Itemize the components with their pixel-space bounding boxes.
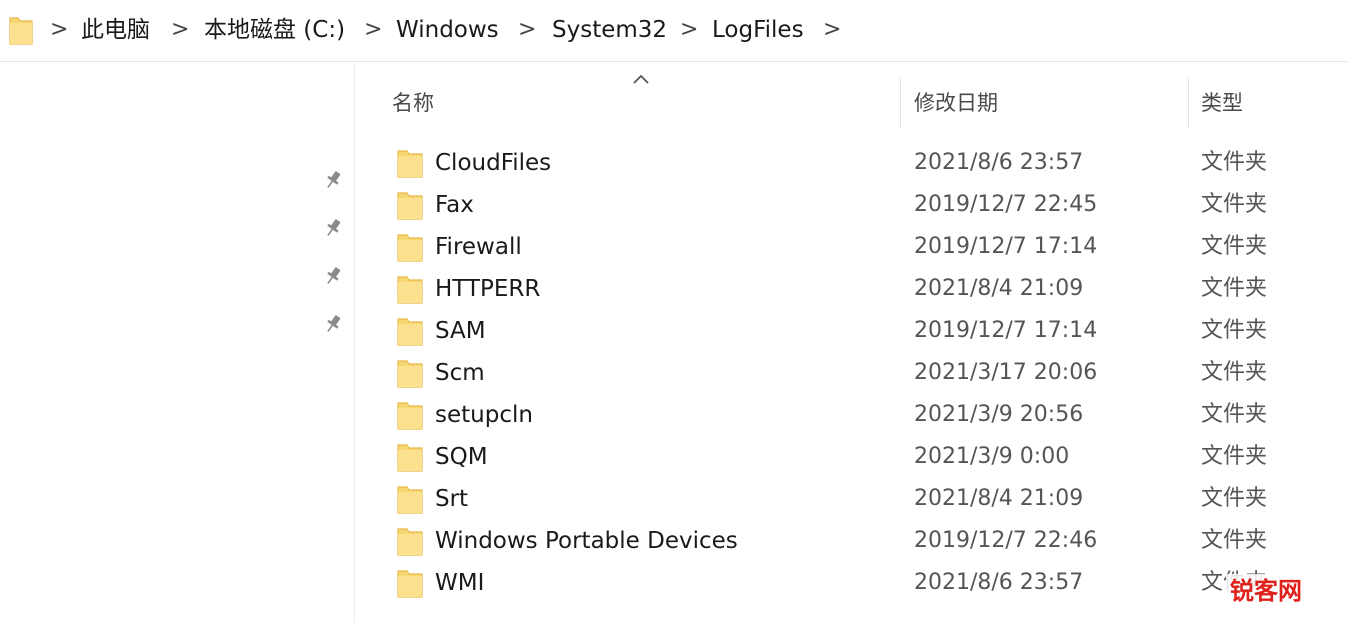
file-row[interactable]: Windows Portable Devices 2019/12/7 22:46 文… [384, 520, 1348, 562]
file-date-modified: 2021/3/9 0:00 [914, 444, 1070, 469]
file-row[interactable]: HTTPERR 2021/8/4 21:09 文件夹 [384, 268, 1348, 310]
file-type: 文件夹 [1201, 276, 1268, 301]
file-row[interactable]: Srt 2021/8/4 21:09 文件夹 [384, 478, 1348, 520]
file-name[interactable]: CloudFiles [435, 142, 551, 184]
file-type: 文件夹 [1201, 444, 1268, 469]
folder-icon [397, 192, 423, 220]
file-date-modified: 2019/12/7 22:46 [914, 528, 1098, 553]
file-type: 文件夹 [1201, 150, 1268, 175]
file-row[interactable]: Firewall 2019/12/7 17:14 文件夹 [384, 226, 1348, 268]
breadcrumb-windows[interactable]: Windows [396, 15, 499, 45]
folder-icon [397, 402, 423, 430]
file-date-modified: 2019/12/7 17:14 [914, 318, 1098, 343]
file-row[interactable]: WMI2021/8/6 23:57文件夹 [384, 562, 1348, 604]
folder-icon [397, 360, 423, 388]
file-date-modified: 2019/12/7 22:45 [914, 192, 1098, 217]
folder-icon [397, 234, 423, 262]
folder-icon [397, 444, 423, 472]
file-name[interactable]: setupcln [435, 394, 533, 436]
watermark-logo: 锐客网 [1226, 574, 1306, 608]
breadcrumb-separator[interactable]: > [680, 15, 698, 45]
file-name[interactable]: HTTPERR [435, 268, 540, 310]
column-divider[interactable] [1188, 78, 1189, 128]
file-type: 文件夹 [1201, 486, 1268, 511]
file-type: 文件夹 [1201, 528, 1268, 553]
column-divider[interactable] [900, 78, 901, 128]
address-bar[interactable]: > 此电脑 > 本地磁盘 (C:) > Windows > System32 >… [0, 0, 1348, 62]
folder-icon [397, 528, 423, 556]
breadcrumb-separator[interactable]: > [364, 15, 382, 45]
file-date-modified: 2021/8/4 21:09 [914, 276, 1084, 301]
folder-icon [397, 486, 423, 514]
file-row[interactable]: Scm 2021/3/17 20:06 文件夹 [384, 352, 1348, 394]
file-date-modified: 2021/8/6 23:57 [914, 570, 1084, 595]
pin-icon[interactable] [322, 313, 344, 335]
file-type: 文件夹 [1201, 234, 1268, 259]
folder-icon [397, 150, 423, 178]
pin-icon[interactable] [322, 265, 344, 287]
file-name[interactable]: WMI [435, 562, 484, 604]
folder-icon [397, 276, 423, 304]
file-date-modified: 2021/3/9 20:56 [914, 402, 1084, 427]
breadcrumb-system32[interactable]: System32 [552, 15, 667, 45]
column-header-name[interactable]: 名称 [392, 86, 434, 120]
breadcrumb-separator[interactable]: > [518, 15, 536, 45]
column-header-date-modified[interactable]: 修改日期 [914, 86, 998, 120]
breadcrumb-local-disk[interactable]: 本地磁盘 (C:) [204, 15, 345, 45]
breadcrumb-logfiles[interactable]: LogFiles [712, 15, 804, 45]
file-type: 文件夹 [1201, 318, 1268, 343]
file-row[interactable]: SQM 2021/3/9 0:00 文件夹 [384, 436, 1348, 478]
file-date-modified: 2021/3/17 20:06 [914, 360, 1098, 385]
file-type: 文件夹 [1201, 402, 1268, 427]
column-header-type[interactable]: 类型 [1201, 86, 1243, 120]
file-type: 文件夹 [1201, 192, 1268, 217]
file-row[interactable]: CloudFiles 2021/8/6 23:57 文件夹 [384, 142, 1348, 184]
folder-icon [397, 318, 423, 346]
file-row[interactable]: setupcln 2021/3/9 20:56 文件夹 [384, 394, 1348, 436]
folder-icon [397, 570, 423, 598]
navigation-pane[interactable] [0, 63, 355, 622]
file-row[interactable]: SAM 2019/12/7 17:14 文件夹 [384, 310, 1348, 352]
breadcrumb-separator[interactable]: > [50, 15, 68, 45]
sort-ascending-caret-icon[interactable] [630, 72, 652, 86]
file-name[interactable]: Fax [435, 184, 474, 226]
file-name[interactable]: Scm [435, 352, 485, 394]
file-date-modified: 2021/8/4 21:09 [914, 486, 1084, 511]
file-date-modified: 2019/12/7 17:14 [914, 234, 1098, 259]
pin-icon[interactable] [322, 169, 344, 191]
file-name[interactable]: SAM [435, 310, 486, 352]
file-type: 文件夹 [1201, 360, 1268, 385]
file-name[interactable]: Firewall [435, 226, 522, 268]
folder-icon [9, 17, 33, 45]
file-date-modified: 2021/8/6 23:57 [914, 150, 1084, 175]
file-row[interactable]: Fax 2019/12/7 22:45 文件夹 [384, 184, 1348, 226]
file-name[interactable]: Windows Portable Devices [435, 520, 738, 562]
pin-icon[interactable] [322, 217, 344, 239]
breadcrumb-this-pc[interactable]: 此电脑 [81, 15, 150, 45]
file-name[interactable]: Srt [435, 478, 468, 520]
breadcrumb-separator[interactable]: > [171, 15, 189, 45]
file-name[interactable]: SQM [435, 436, 488, 478]
breadcrumb-separator[interactable]: > [823, 15, 841, 45]
